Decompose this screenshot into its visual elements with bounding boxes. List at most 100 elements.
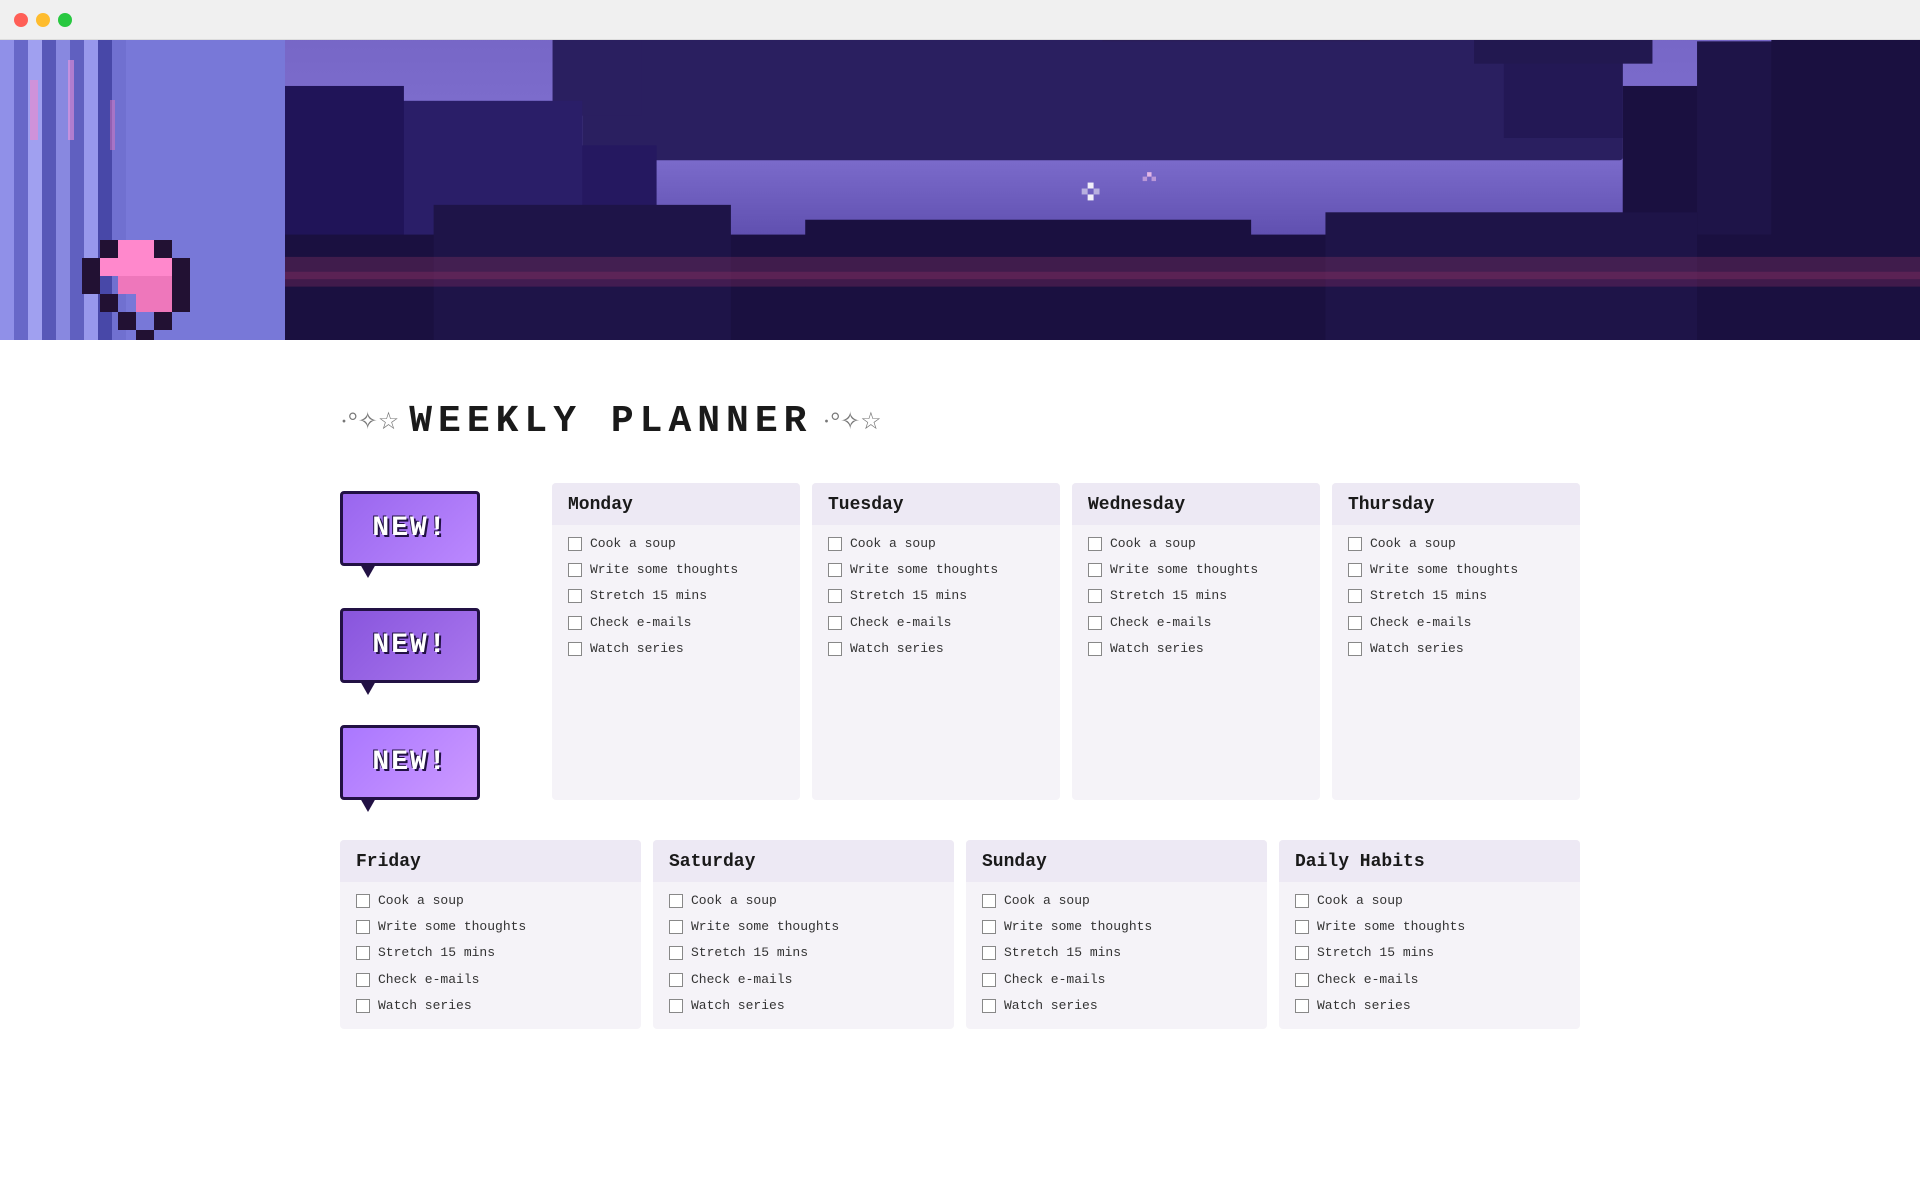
task-label: Stretch 15 mins	[1110, 587, 1304, 605]
task-item: Stretch 15 mins	[1295, 944, 1564, 962]
task-checkbox[interactable]	[1088, 642, 1102, 656]
badge-text-2: NEW!	[372, 630, 447, 661]
task-checkbox[interactable]	[356, 946, 370, 960]
task-checkbox[interactable]	[1295, 973, 1309, 987]
saturday-header: Saturday	[653, 840, 954, 882]
task-item: Watch series	[1295, 997, 1564, 1015]
task-label: Write some thoughts	[590, 561, 784, 579]
task-item: Cook a soup	[1088, 535, 1304, 553]
thursday-header: Thursday	[1332, 483, 1580, 525]
sunday-header: Sunday	[966, 840, 1267, 882]
task-checkbox[interactable]	[982, 999, 996, 1013]
task-label: Watch series	[1370, 640, 1564, 658]
task-checkbox[interactable]	[1295, 946, 1309, 960]
maximize-button[interactable]	[58, 13, 72, 27]
task-item: Write some thoughts	[1348, 561, 1564, 579]
task-label: Stretch 15 mins	[691, 944, 938, 962]
task-item: Cook a soup	[828, 535, 1044, 553]
task-checkbox[interactable]	[1348, 616, 1362, 630]
day-friday: Friday Cook a soup Write some thoughts S…	[340, 840, 641, 1029]
task-label: Check e-mails	[1004, 971, 1251, 989]
badges-column: NEW! NEW! NEW!	[340, 483, 540, 800]
task-checkbox[interactable]	[982, 894, 996, 908]
task-item: Watch series	[356, 997, 625, 1015]
task-checkbox[interactable]	[1088, 537, 1102, 551]
task-item: Cook a soup	[568, 535, 784, 553]
task-label: Check e-mails	[1110, 614, 1304, 632]
task-checkbox[interactable]	[669, 973, 683, 987]
thursday-tasks: Cook a soup Write some thoughts Stretch …	[1332, 525, 1580, 672]
task-item: Cook a soup	[1295, 892, 1564, 910]
task-checkbox[interactable]	[1348, 563, 1362, 577]
day-thursday: Thursday Cook a soup Write some thoughts…	[1332, 483, 1580, 800]
friday-header: Friday	[340, 840, 641, 882]
task-item: Stretch 15 mins	[1088, 587, 1304, 605]
task-checkbox[interactable]	[568, 589, 582, 603]
task-checkbox[interactable]	[1295, 920, 1309, 934]
task-checkbox[interactable]	[568, 563, 582, 577]
task-checkbox[interactable]	[669, 999, 683, 1013]
task-checkbox[interactable]	[356, 999, 370, 1013]
task-item: Stretch 15 mins	[828, 587, 1044, 605]
task-checkbox[interactable]	[568, 537, 582, 551]
task-label: Stretch 15 mins	[590, 587, 784, 605]
task-item: Watch series	[669, 997, 938, 1015]
tuesday-header: Tuesday	[812, 483, 1060, 525]
minimize-button[interactable]	[36, 13, 50, 27]
task-label: Check e-mails	[590, 614, 784, 632]
task-checkbox[interactable]	[1088, 589, 1102, 603]
task-checkbox[interactable]	[356, 973, 370, 987]
task-checkbox[interactable]	[1348, 537, 1362, 551]
task-item: Check e-mails	[568, 614, 784, 632]
task-item: Write some thoughts	[1088, 561, 1304, 579]
task-checkbox[interactable]	[356, 920, 370, 934]
task-checkbox[interactable]	[982, 920, 996, 934]
task-checkbox[interactable]	[1295, 894, 1309, 908]
task-label: Stretch 15 mins	[1370, 587, 1564, 605]
close-button[interactable]	[14, 13, 28, 27]
daily-habits-header: Daily Habits	[1279, 840, 1580, 882]
task-label: Check e-mails	[850, 614, 1044, 632]
task-checkbox[interactable]	[568, 642, 582, 656]
task-item: Stretch 15 mins	[982, 944, 1251, 962]
task-checkbox[interactable]	[669, 946, 683, 960]
task-checkbox[interactable]	[568, 616, 582, 630]
hero-left-decoration	[0, 40, 285, 340]
day-saturday: Saturday Cook a soup Write some thoughts…	[653, 840, 954, 1029]
task-checkbox[interactable]	[1088, 616, 1102, 630]
task-checkbox[interactable]	[982, 973, 996, 987]
day-sunday: Sunday Cook a soup Write some thoughts S…	[966, 840, 1267, 1029]
task-label: Watch series	[850, 640, 1044, 658]
task-checkbox[interactable]	[669, 894, 683, 908]
badge-text-1: NEW!	[372, 513, 447, 544]
task-item: Watch series	[568, 640, 784, 658]
task-item: Stretch 15 mins	[669, 944, 938, 962]
task-item: Stretch 15 mins	[1348, 587, 1564, 605]
task-checkbox[interactable]	[1088, 563, 1102, 577]
new-badge-1: NEW!	[340, 491, 480, 566]
task-checkbox[interactable]	[828, 537, 842, 551]
sunday-tasks: Cook a soup Write some thoughts Stretch …	[966, 882, 1267, 1029]
task-checkbox[interactable]	[828, 563, 842, 577]
task-checkbox[interactable]	[356, 894, 370, 908]
task-label: Check e-mails	[1370, 614, 1564, 632]
task-label: Cook a soup	[1370, 535, 1564, 553]
task-checkbox[interactable]	[1348, 589, 1362, 603]
task-checkbox[interactable]	[982, 946, 996, 960]
task-item: Check e-mails	[356, 971, 625, 989]
task-checkbox[interactable]	[1295, 999, 1309, 1013]
task-item: Watch series	[982, 997, 1251, 1015]
task-checkbox[interactable]	[828, 642, 842, 656]
task-item: Check e-mails	[982, 971, 1251, 989]
task-checkbox[interactable]	[669, 920, 683, 934]
task-label: Watch series	[1004, 997, 1251, 1015]
task-label: Cook a soup	[1317, 892, 1564, 910]
task-label: Check e-mails	[691, 971, 938, 989]
task-item: Cook a soup	[356, 892, 625, 910]
task-label: Write some thoughts	[1110, 561, 1304, 579]
task-label: Watch series	[590, 640, 784, 658]
task-item: Stretch 15 mins	[356, 944, 625, 962]
task-checkbox[interactable]	[1348, 642, 1362, 656]
task-checkbox[interactable]	[828, 616, 842, 630]
task-checkbox[interactable]	[828, 589, 842, 603]
